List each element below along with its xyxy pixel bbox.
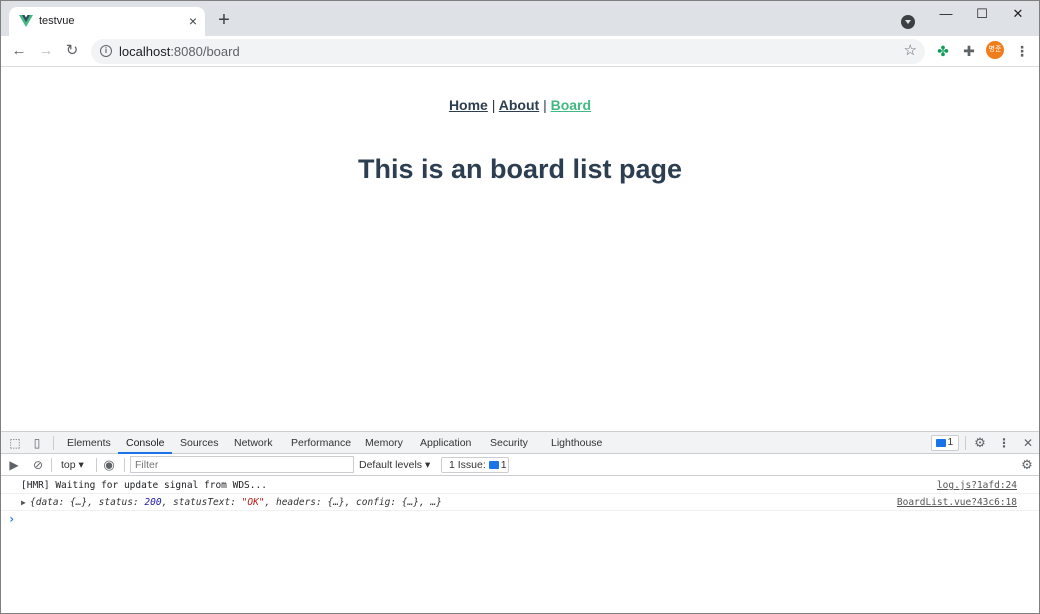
toolbar-divider [965, 436, 966, 450]
browser-menu-icon[interactable]: ⋮ [1012, 41, 1032, 61]
message-icon [936, 439, 946, 447]
log-source-link[interactable]: BoardList.vue?43c6:18 [897, 494, 1017, 511]
nav-separator: | [491, 97, 496, 113]
devtools-tab-console[interactable]: Console [118, 432, 172, 454]
devtools-tab-security[interactable]: Security [490, 432, 528, 454]
console-log-row: [HMR] Waiting for update signal from WDS… [1, 477, 1039, 494]
tab-title: testvue [39, 15, 75, 27]
new-tab-button[interactable]: + [214, 10, 234, 31]
console-output: [HMR] Waiting for update signal from WDS… [1, 477, 1039, 613]
close-window-button[interactable]: ✕ [1001, 5, 1035, 23]
toolbar-divider [51, 458, 52, 472]
log-source-link[interactable]: log.js?1afd:24 [937, 477, 1017, 494]
console-log-row[interactable]: ▶ {data: {…}, status: 200, statusText: "… [1, 494, 1039, 511]
console-prompt-icon[interactable]: › [8, 512, 15, 526]
messages-badge[interactable]: 1 [931, 435, 959, 451]
devtools-tab-application[interactable]: Application [420, 432, 471, 454]
bookmark-star-icon[interactable]: ☆ [904, 41, 917, 59]
devtools-tab-performance[interactable]: Performance [291, 432, 351, 454]
devtools-tab-bar: ⬚ ▯ Elements Console Sources Network Perform… [1, 432, 1039, 454]
log-object-preview[interactable]: {data: {…}, status: 200, statusText: "OK… [30, 494, 442, 511]
devtools-tab-network[interactable]: Network [234, 432, 273, 454]
message-icon [488, 461, 499, 469]
tab-close-icon[interactable]: × [185, 13, 201, 29]
browser-window: testvue × + — ☐ ✕ ← → ↻ i localhost:8080… [0, 0, 1040, 614]
devtools-tab-lighthouse[interactable]: Lighthouse [551, 432, 602, 454]
log-message: [HMR] Waiting for update signal from WDS… [21, 480, 267, 491]
page-viewport: Home | About | Board This is an board li… [1, 67, 1039, 431]
maximize-button[interactable]: ☐ [965, 5, 999, 23]
live-expression-eye-icon[interactable]: ◉ [101, 457, 117, 473]
browser-tab[interactable]: testvue × [9, 7, 205, 36]
devtools-settings-gear-icon[interactable]: ⚙ [972, 435, 988, 451]
nav-link-about[interactable]: About [499, 97, 539, 113]
show-sidebar-icon[interactable]: ▶ [6, 457, 22, 473]
browser-toolbar: ← → ↻ i localhost:8080/board ☆ ✤ ✚ 병준 ⋮ [1, 36, 1039, 67]
toolbar-divider [53, 436, 54, 450]
profile-avatar[interactable]: 병준 [986, 41, 1004, 59]
nav-link-board[interactable]: Board [551, 97, 591, 113]
nav-separator: | [543, 97, 547, 113]
back-button[interactable]: ← [7, 40, 31, 62]
vue-logo-icon [19, 15, 33, 27]
console-filter-bar: ▶ ⊘ top ▾ ◉ Default levels ▾ 1 Issue:1 ⚙ [1, 454, 1039, 476]
context-select[interactable]: top ▾ [55, 457, 90, 473]
devtools-more-icon[interactable]: ⋮ [996, 435, 1012, 451]
site-info-icon[interactable]: i [100, 45, 112, 57]
tab-search-icon[interactable] [901, 15, 915, 29]
device-toolbar-icon[interactable]: ▯ [29, 435, 45, 451]
toolbar-divider [124, 458, 125, 472]
console-filter-input[interactable] [130, 456, 354, 473]
log-levels-select[interactable]: Default levels ▾ [359, 457, 430, 473]
clear-console-icon[interactable]: ⊘ [30, 457, 46, 473]
expand-caret-icon[interactable]: ▶ [21, 494, 26, 511]
site-nav: Home | About | Board [1, 97, 1039, 113]
nav-link-home[interactable]: Home [449, 97, 488, 113]
extensions-puzzle-icon[interactable]: ✚ [959, 41, 979, 61]
console-settings-gear-icon[interactable]: ⚙ [1019, 457, 1035, 473]
page-title: This is an board list page [357, 154, 683, 184]
devtools-tab-elements[interactable]: Elements [67, 432, 111, 454]
devtools-close-icon[interactable]: ✕ [1020, 435, 1036, 451]
devtools-panel: ⬚ ▯ Elements Console Sources Network Perform… [1, 431, 1039, 613]
issues-button[interactable]: 1 Issue: 1 [441, 457, 509, 473]
url-text[interactable]: localhost:8080/board [119, 44, 240, 59]
toolbar-divider [96, 458, 97, 472]
reload-button[interactable]: ↻ [60, 40, 84, 62]
minimize-button[interactable]: — [929, 5, 963, 23]
tab-strip: testvue × + — ☐ ✕ [1, 1, 1039, 36]
devtools-tab-sources[interactable]: Sources [180, 432, 219, 454]
inspect-element-icon[interactable]: ⬚ [7, 435, 23, 451]
address-bar[interactable]: i localhost:8080/board ☆ [91, 39, 925, 64]
forward-button[interactable]: → [34, 40, 58, 62]
devtools-tab-memory[interactable]: Memory [365, 432, 403, 454]
extension-clover-icon[interactable]: ✤ [933, 41, 953, 61]
